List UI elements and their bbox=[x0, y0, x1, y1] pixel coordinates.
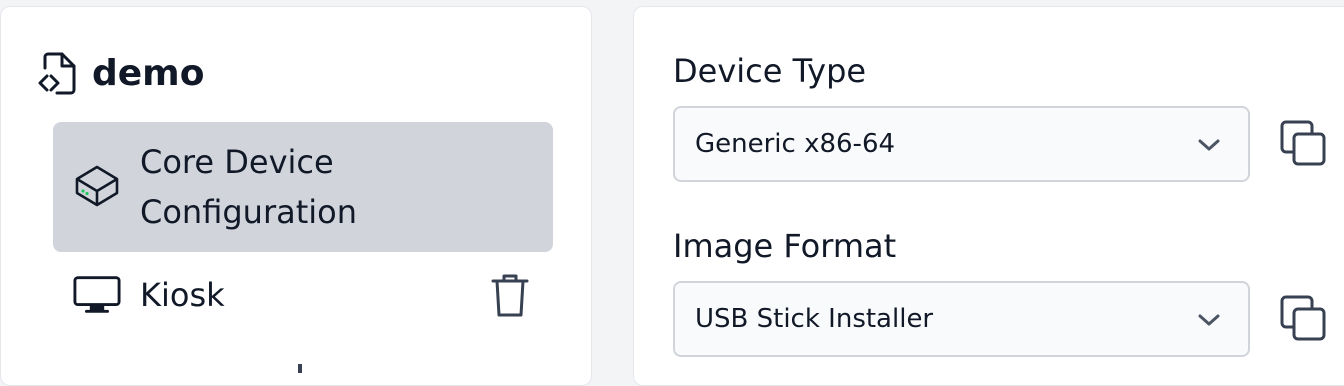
sidebar-item-label: Kiosk bbox=[140, 276, 225, 314]
device-type-value: Generic x86-64 bbox=[695, 129, 896, 159]
image-format-value: USB Stick Installer bbox=[695, 304, 934, 334]
copy-device-type-button[interactable] bbox=[1278, 120, 1328, 170]
device-type-select[interactable]: Generic x86-64 bbox=[673, 106, 1250, 182]
copy-icon bbox=[1280, 295, 1326, 345]
sidebar-item-kiosk[interactable]: Kiosk bbox=[53, 266, 553, 324]
sidebar-item-label: Core Device Configuration bbox=[140, 143, 358, 231]
copy-icon bbox=[1280, 120, 1326, 170]
copy-image-format-button[interactable] bbox=[1278, 295, 1328, 345]
image-format-label: Image Format bbox=[673, 227, 897, 265]
sidebar-item-core-device-configuration[interactable]: Core Device Configuration bbox=[53, 122, 553, 252]
file-code-icon bbox=[36, 50, 78, 96]
project-header[interactable]: demo bbox=[36, 48, 204, 98]
device-type-label: Device Type bbox=[673, 52, 867, 90]
next-item-partial-icon bbox=[298, 364, 302, 373]
trash-icon[interactable] bbox=[487, 271, 533, 319]
image-format-select[interactable]: USB Stick Installer bbox=[673, 281, 1250, 357]
project-title: demo bbox=[92, 52, 205, 94]
monitor-icon bbox=[73, 271, 121, 319]
chevron-down-icon bbox=[1196, 132, 1222, 158]
device-box-icon bbox=[73, 163, 121, 211]
chevron-down-icon bbox=[1196, 307, 1222, 333]
